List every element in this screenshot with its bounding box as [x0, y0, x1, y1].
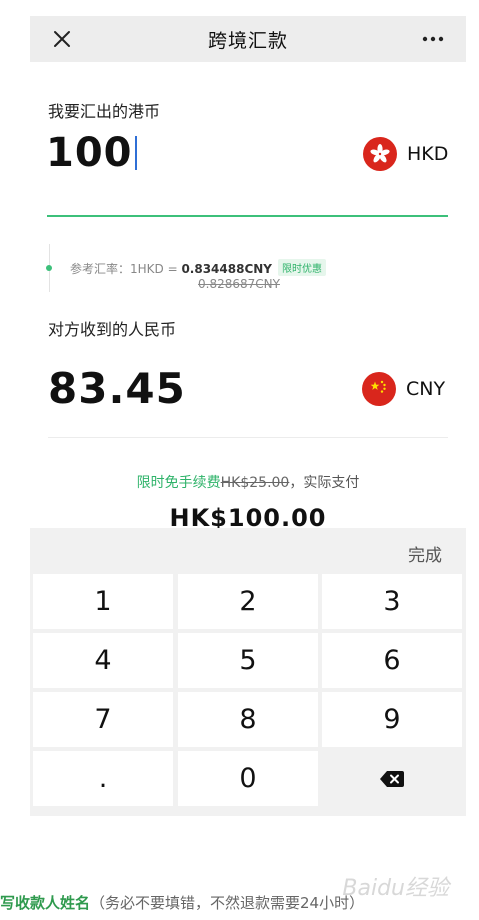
key-1[interactable]: 1	[33, 574, 173, 629]
rate-timeline-dot	[46, 265, 52, 271]
input-underline	[47, 215, 448, 217]
instruction-highlight: 写收款人姓名	[0, 894, 91, 912]
rate-value: 0.834488CNY	[181, 262, 272, 276]
receive-amount-value: 83.45	[48, 364, 186, 413]
key-8[interactable]: 8	[178, 692, 318, 747]
navigation-bar: 跨境汇款	[30, 16, 466, 62]
key-9[interactable]: 9	[322, 692, 462, 747]
numeric-keyboard: 完成 1 2 3 4 5 6 7 8 9 . 0	[30, 528, 466, 816]
page-title: 跨境汇款	[207, 29, 288, 52]
key-7[interactable]: 7	[33, 692, 173, 747]
rate-line: 参考汇率：1HKD = 0.834488CNY 限时优惠	[70, 259, 326, 277]
instruction-note: （务必不要填错，不然退款需要24小时）	[90, 894, 365, 912]
exchange-rate-info: 参考汇率：1HKD = 0.834488CNY 限时优惠 0.828687CNY	[46, 244, 448, 292]
promo-badge: 限时优惠	[278, 259, 326, 276]
key-6[interactable]: 6	[322, 633, 462, 688]
send-currency-code: HKD	[407, 143, 449, 165]
receive-currency-code: CNY	[406, 378, 446, 400]
key-4[interactable]: 4	[33, 633, 173, 688]
old-rate-value: 0.828687CNY	[198, 277, 280, 291]
fee-notice: 限时免手续费HK$25.00，实际支付	[30, 472, 466, 492]
key-0[interactable]: 0	[178, 751, 318, 806]
send-currency-selector[interactable]: HKD	[363, 137, 448, 171]
more-dots-icon[interactable]	[420, 27, 446, 51]
key-2[interactable]: 2	[178, 574, 318, 629]
send-amount-input[interactable]: 100	[46, 130, 137, 176]
send-amount-value: 100	[46, 130, 133, 176]
section-divider	[48, 437, 448, 438]
china-flag-icon	[362, 372, 396, 406]
receive-currency-selector[interactable]: CNY	[362, 372, 445, 406]
phone-screen: 跨境汇款 我要汇出的港币 100 HKD 参考汇率：1HKD = 0.83448…	[30, 16, 466, 816]
free-fee-text: 限时免手续费	[136, 475, 221, 491]
done-button[interactable]: 完成	[408, 541, 442, 566]
backspace-icon	[380, 770, 404, 787]
hong-kong-flag-icon	[363, 137, 397, 171]
remittance-form: 我要汇出的港币 100 HKD 参考汇率：1HKD = 0.834488CNY …	[30, 62, 466, 532]
instruction-text: 写收款人姓名（务必不要填错，不然退款需要24小时）	[0, 892, 364, 913]
close-icon[interactable]	[50, 27, 74, 51]
receive-amount-label: 对方收到的人民币	[48, 320, 177, 339]
key-decimal[interactable]: .	[33, 751, 173, 806]
rate-prefix: 参考汇率：1HKD =	[70, 262, 182, 276]
old-fee-value: HK$25.00	[220, 475, 290, 491]
key-3[interactable]: 3	[322, 574, 462, 629]
send-amount-label: 我要汇出的港币	[48, 102, 161, 121]
actual-pay-text: ，实际支付	[289, 475, 360, 491]
backspace-key[interactable]	[322, 751, 462, 806]
key-5[interactable]: 5	[178, 633, 318, 688]
text-caret	[134, 136, 137, 170]
